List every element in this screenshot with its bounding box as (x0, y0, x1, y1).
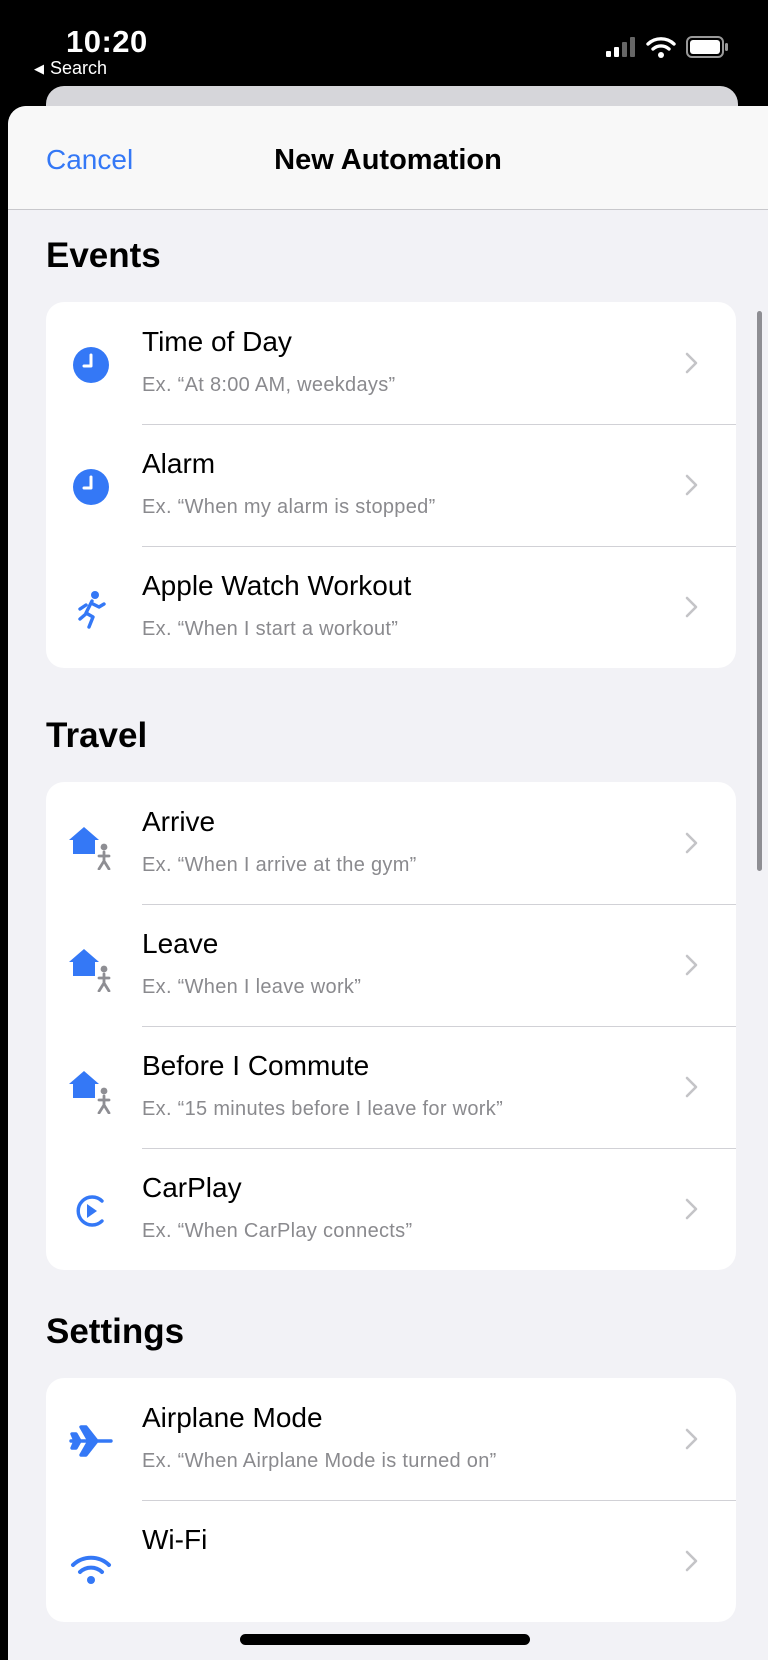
running-figure-icon (66, 584, 116, 634)
house-person-icon (66, 1064, 116, 1114)
list-item-subtitle: Ex. “When I leave work” (142, 976, 362, 998)
cellular-signal-icon (606, 37, 635, 57)
list-item-title: Time of Day (142, 326, 292, 357)
section-title-travel: Travel (46, 716, 148, 755)
wifi-icon (646, 37, 676, 58)
navigation-bar: Cancel New Automation (8, 106, 768, 210)
house-person-icon (66, 942, 116, 992)
list-item-title: Alarm (142, 448, 216, 479)
section-title-events: Events (46, 236, 161, 275)
list-item-apple-watch-workout[interactable]: Apple Watch Workout Ex. “When I start a … (46, 546, 736, 668)
back-to-search-link[interactable]: ◀ Search (34, 58, 107, 79)
list-item-subtitle: Ex. “When Airplane Mode is turned on” (142, 1450, 497, 1472)
list-item-subtitle: Ex. “15 minutes before I leave for work” (142, 1098, 504, 1120)
settings-card: Airplane Mode Ex. “When Airplane Mode is… (46, 1378, 736, 1622)
list-item-leave[interactable]: Leave Ex. “When I leave work” (46, 904, 736, 1026)
battery-icon (686, 36, 728, 58)
section-title-settings: Settings (46, 1312, 185, 1351)
list-item-airplane-mode[interactable]: Airplane Mode Ex. “When Airplane Mode is… (46, 1378, 736, 1500)
chevron-right-icon (685, 954, 698, 976)
clock-icon (66, 462, 116, 512)
list-item-title: CarPlay (142, 1172, 242, 1203)
events-card: Time of Day Ex. “At 8:00 AM, weekdays” A… (46, 302, 736, 668)
page-title: New Automation (274, 144, 502, 176)
chevron-right-icon (685, 596, 698, 618)
chevron-right-icon (685, 832, 698, 854)
list-item-subtitle: Ex. “When I start a workout” (142, 618, 399, 640)
status-icons (606, 36, 730, 58)
chevron-right-icon (685, 1550, 698, 1572)
airplane-icon (66, 1416, 116, 1466)
list-item-wi-fi[interactable]: Wi-Fi (46, 1500, 736, 1622)
list-item-title: Airplane Mode (142, 1402, 323, 1433)
chevron-right-icon (685, 1076, 698, 1098)
list-item-subtitle: Ex. “When I arrive at the gym” (142, 854, 417, 876)
list-item-carplay[interactable]: CarPlay Ex. “When CarPlay connects” (46, 1148, 736, 1270)
travel-card: Arrive Ex. “When I arrive at the gym” Le… (46, 782, 736, 1270)
list-item-title: Leave (142, 928, 219, 959)
home-indicator[interactable] (240, 1634, 530, 1645)
back-search-label: Search (50, 58, 108, 78)
list-item-arrive[interactable]: Arrive Ex. “When I arrive at the gym” (46, 782, 736, 904)
list-item-time-of-day[interactable]: Time of Day Ex. “At 8:00 AM, weekdays” (46, 302, 736, 424)
list-item-title: Wi-Fi (142, 1524, 208, 1555)
chevron-right-icon (685, 1428, 698, 1450)
status-time: 10:20 (66, 24, 148, 59)
clock-icon (66, 340, 116, 390)
list-item-alarm[interactable]: Alarm Ex. “When my alarm is stopped” (46, 424, 736, 546)
list-item-title: Apple Watch Workout (142, 570, 412, 601)
list-item-subtitle: Ex. “When my alarm is stopped” (142, 496, 436, 518)
list-item-subtitle: Ex. “When CarPlay connects” (142, 1220, 413, 1242)
scroll-indicator[interactable] (757, 311, 762, 871)
house-person-icon (66, 820, 116, 870)
chevron-right-icon (685, 474, 698, 496)
list-item-before-i-commute[interactable]: Before I Commute Ex. “15 minutes before … (46, 1026, 736, 1148)
list-item-title: Before I Commute (142, 1050, 370, 1081)
automation-sheet: Cancel New Automation Events Time of Day… (8, 106, 768, 1660)
chevron-right-icon (685, 352, 698, 374)
list-item-title: Arrive (142, 806, 216, 837)
carplay-icon (66, 1186, 116, 1236)
chevron-right-icon (685, 1198, 698, 1220)
back-triangle-icon: ◀ (34, 60, 44, 76)
list-item-subtitle: Ex. “At 8:00 AM, weekdays” (142, 374, 396, 396)
wifi-icon (66, 1538, 116, 1588)
